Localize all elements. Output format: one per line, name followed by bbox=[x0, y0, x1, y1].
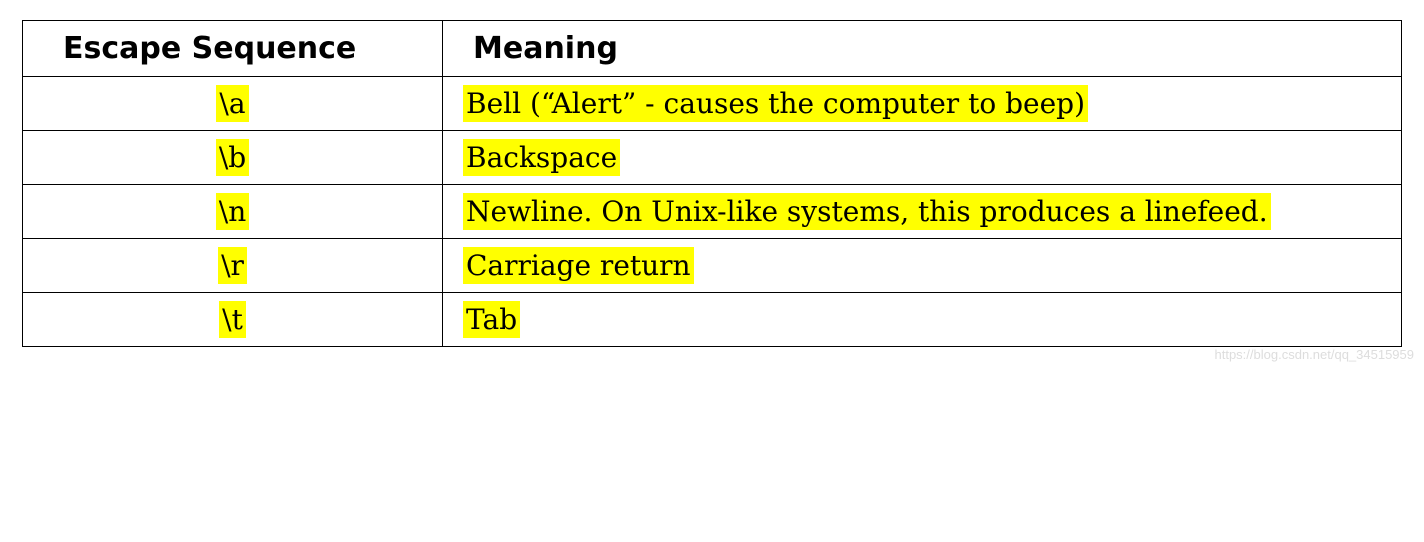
escape-cell: \b bbox=[23, 131, 443, 185]
escape-code: \t bbox=[219, 301, 246, 338]
table-row: \a Bell (“Alert” - causes the computer t… bbox=[23, 77, 1402, 131]
escape-code: \b bbox=[216, 139, 249, 176]
escape-sequence-table: Escape Sequence Meaning \a Bell (“Alert”… bbox=[22, 20, 1402, 347]
table-row: \n Newline. On Unix-like systems, this p… bbox=[23, 185, 1402, 239]
header-escape-sequence: Escape Sequence bbox=[23, 21, 443, 77]
escape-code: \r bbox=[218, 247, 247, 284]
meaning-text: Backspace bbox=[463, 139, 620, 176]
header-meaning: Meaning bbox=[443, 21, 1402, 77]
escape-cell: \a bbox=[23, 77, 443, 131]
escape-cell: \r bbox=[23, 239, 443, 293]
escape-code: \a bbox=[216, 85, 248, 122]
watermark-text: https://blog.csdn.net/qq_34515959 bbox=[1215, 347, 1415, 362]
meaning-cell: Backspace bbox=[443, 131, 1402, 185]
meaning-text: Carriage return bbox=[463, 247, 694, 284]
meaning-text: Tab bbox=[463, 301, 520, 338]
escape-cell: \n bbox=[23, 185, 443, 239]
escape-cell: \t bbox=[23, 293, 443, 347]
table-header-row: Escape Sequence Meaning bbox=[23, 21, 1402, 77]
meaning-cell: Tab bbox=[443, 293, 1402, 347]
table-row: \r Carriage return bbox=[23, 239, 1402, 293]
escape-code: \n bbox=[216, 193, 249, 230]
meaning-text: Bell (“Alert” - causes the computer to b… bbox=[463, 85, 1088, 122]
table-row: \b Backspace bbox=[23, 131, 1402, 185]
meaning-cell: Carriage return bbox=[443, 239, 1402, 293]
meaning-text: Newline. On Unix-like systems, this prod… bbox=[463, 193, 1271, 230]
meaning-cell: Newline. On Unix-like systems, this prod… bbox=[443, 185, 1402, 239]
meaning-cell: Bell (“Alert” - causes the computer to b… bbox=[443, 77, 1402, 131]
table-row: \t Tab bbox=[23, 293, 1402, 347]
